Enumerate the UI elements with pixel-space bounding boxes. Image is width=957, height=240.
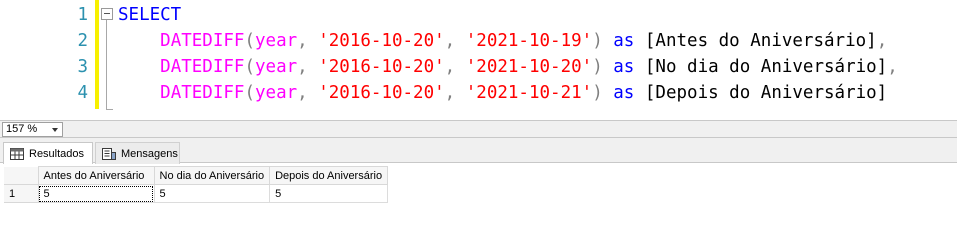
keyword-as: as: [602, 57, 645, 77]
paren: (: [244, 57, 255, 77]
line-number: 1: [77, 5, 88, 25]
datepart-arg: year: [255, 57, 298, 77]
end-date-literal: '2021-10-21': [465, 83, 593, 103]
line-number: 2: [77, 31, 88, 51]
row-number[interactable]: 1: [4, 184, 39, 203]
end-date-literal: '2021-10-20': [465, 57, 593, 77]
tab-results[interactable]: Resultados: [3, 142, 93, 164]
results-grid[interactable]: Antes do Aniversário No dia do Aniversár…: [4, 166, 389, 203]
function-name: DATEDIFF: [160, 57, 245, 77]
messages-icon: [102, 147, 116, 160]
comma: ,: [444, 57, 466, 77]
comma: ,: [876, 31, 888, 51]
start-date-literal: '2016-10-20': [318, 31, 445, 51]
start-date-literal: '2016-10-20': [318, 83, 445, 103]
table-header-row: Antes do Aniversário No dia do Aniversár…: [4, 166, 389, 185]
query-editor[interactable]: 1 2 3 4 SELECT DATEDIFF(year, '2016-10-2…: [0, 0, 957, 120]
table-cell[interactable]: 5: [269, 184, 389, 203]
keyword-as: as: [602, 83, 645, 103]
table-cell[interactable]: 5: [37, 184, 155, 203]
column-alias: [Depois do Aniversário]: [644, 83, 888, 103]
paren: (: [244, 83, 255, 103]
comma: ,: [887, 57, 898, 77]
collapse-region-icon[interactable]: [101, 8, 113, 20]
line-number-gutter: 1 2 3 4: [0, 0, 94, 120]
column-alias: [Antes do Aniversário]: [644, 31, 877, 51]
comma: ,: [444, 31, 466, 51]
start-date-literal: '2016-10-20': [318, 57, 445, 77]
comma: ,: [297, 31, 319, 51]
zoom-value: 157 %: [6, 123, 38, 135]
table-row: 1 5 5 5: [4, 184, 389, 203]
datepart-arg: year: [255, 31, 298, 51]
table-cell[interactable]: 5: [153, 184, 271, 203]
function-name: DATEDIFF: [160, 83, 245, 103]
results-table[interactable]: Antes do Aniversário No dia do Aniversár…: [4, 166, 389, 203]
keyword-as: as: [602, 31, 645, 51]
code-line-1[interactable]: SELECT: [118, 2, 181, 28]
paren: (: [244, 31, 255, 51]
function-name: DATEDIFF: [160, 31, 245, 51]
line-number: 4: [77, 83, 88, 103]
tab-results-label: Resultados: [29, 147, 85, 160]
column-alias: [No dia do Aniversário]: [644, 57, 888, 77]
grid-icon: [10, 147, 24, 160]
code-line-4[interactable]: DATEDIFF(year, '2016-10-20', '2021-10-21…: [118, 80, 887, 106]
grid-corner[interactable]: [4, 166, 39, 185]
change-tracking-bar: [95, 0, 99, 109]
comma: ,: [297, 57, 319, 77]
results-pane: Resultados Mensagens Antes do Aniversári…: [0, 138, 957, 223]
line-number: 3: [77, 57, 88, 77]
paren: ): [592, 31, 603, 51]
comma: ,: [444, 83, 466, 103]
outline-guide-end: [106, 109, 113, 110]
column-header[interactable]: No dia do Aniversário: [153, 166, 271, 185]
chevron-down-icon[interactable]: [52, 128, 58, 132]
zoom-dropdown[interactable]: 157 %: [2, 122, 63, 137]
tab-messages-label: Mensagens: [121, 147, 178, 160]
paren: ): [592, 57, 603, 77]
outline-guide: [106, 20, 107, 110]
end-date-literal: '2021-10-19': [465, 31, 593, 51]
keyword-select: SELECT: [118, 5, 182, 25]
comma: ,: [297, 83, 319, 103]
editor-status-strip: 157 %: [0, 120, 957, 138]
tab-messages[interactable]: Mensagens: [95, 142, 180, 164]
code-line-2[interactable]: DATEDIFF(year, '2016-10-20', '2021-10-19…: [118, 28, 887, 54]
results-tabbar: Resultados Mensagens: [0, 138, 957, 164]
column-header[interactable]: Antes do Aniversário: [37, 166, 155, 185]
column-header[interactable]: Depois do Aniversário: [269, 166, 389, 185]
code-line-3[interactable]: DATEDIFF(year, '2016-10-20', '2021-10-20…: [118, 54, 898, 80]
datepart-arg: year: [255, 83, 298, 103]
paren: ): [592, 83, 603, 103]
